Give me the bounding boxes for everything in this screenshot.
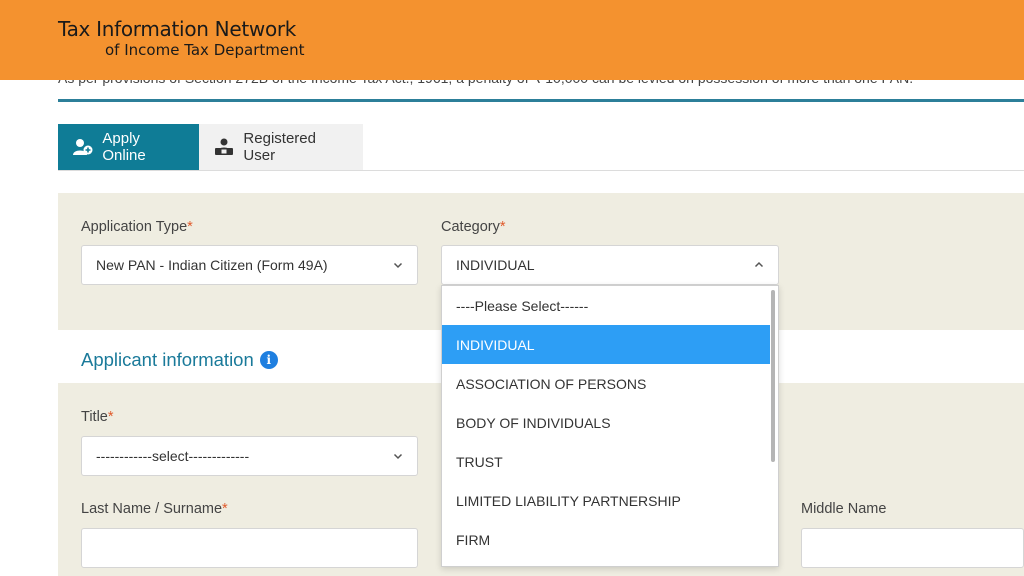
title-label: Title* <box>81 409 114 425</box>
category-select[interactable]: INDIVIDUAL <box>441 245 779 285</box>
last-name-input[interactable] <box>81 528 418 568</box>
application-type-select[interactable]: New PAN - Indian Citizen (Form 49A) <box>81 245 418 285</box>
application-type-label: Application Type* <box>81 219 193 235</box>
chevron-down-icon <box>393 262 403 269</box>
category-option[interactable]: BODY OF INDIVIDUALS <box>442 403 770 442</box>
title-select[interactable]: ------------select------------- <box>81 436 418 476</box>
tabs-divider <box>58 170 1024 171</box>
tab-apply-online[interactable]: Apply Online <box>58 124 199 170</box>
applicant-information-heading: Applicant information i <box>81 349 278 371</box>
category-label: Category* <box>441 219 506 235</box>
application-type-value: New PAN - Indian Citizen (Form 49A) <box>96 257 328 273</box>
tab-apply-online-label: Apply Online <box>102 130 146 164</box>
chevron-up-icon <box>754 261 764 268</box>
info-icon[interactable]: i <box>259 351 278 369</box>
title-value: ------------select------------- <box>96 448 250 464</box>
category-value: INDIVIDUAL <box>456 257 535 273</box>
chevron-down-icon <box>393 453 403 460</box>
page: Tax Information Network of Income Tax De… <box>0 0 1024 576</box>
brand-title-line1: Tax Information Network <box>58 17 297 41</box>
tab-bar: Apply Online Registered User <box>58 124 363 170</box>
category-option[interactable]: LIMITED LIABILITY PARTNERSHIP <box>442 481 770 520</box>
category-option[interactable]: ----Please Select------ <box>442 286 770 325</box>
category-dropdown-list[interactable]: ----Please Select------ INDIVIDUAL ASSOC… <box>441 285 779 567</box>
last-name-label: Last Name / Surname* <box>81 501 228 517</box>
category-option[interactable]: TRUST <box>442 442 770 481</box>
registered-user-icon <box>213 137 234 157</box>
site-header: Tax Information Network of Income Tax De… <box>0 0 1024 80</box>
middle-name-input[interactable] <box>801 528 1024 568</box>
dropdown-scrollbar[interactable] <box>771 290 775 462</box>
middle-name-label: Middle Name <box>801 501 887 517</box>
user-add-icon <box>72 137 93 157</box>
tab-registered-user-label: Registered User <box>243 130 316 164</box>
category-option-selected[interactable]: INDIVIDUAL <box>442 325 770 364</box>
notice-divider <box>58 99 1024 102</box>
category-option[interactable]: FIRM <box>442 520 770 559</box>
brand-logo[interactable]: Tax Information Network of Income Tax De… <box>58 17 304 59</box>
category-option[interactable]: ASSOCIATION OF PERSONS <box>442 364 770 403</box>
tab-registered-user[interactable]: Registered User <box>199 124 363 170</box>
brand-title-line2: of Income Tax Department <box>105 41 305 59</box>
